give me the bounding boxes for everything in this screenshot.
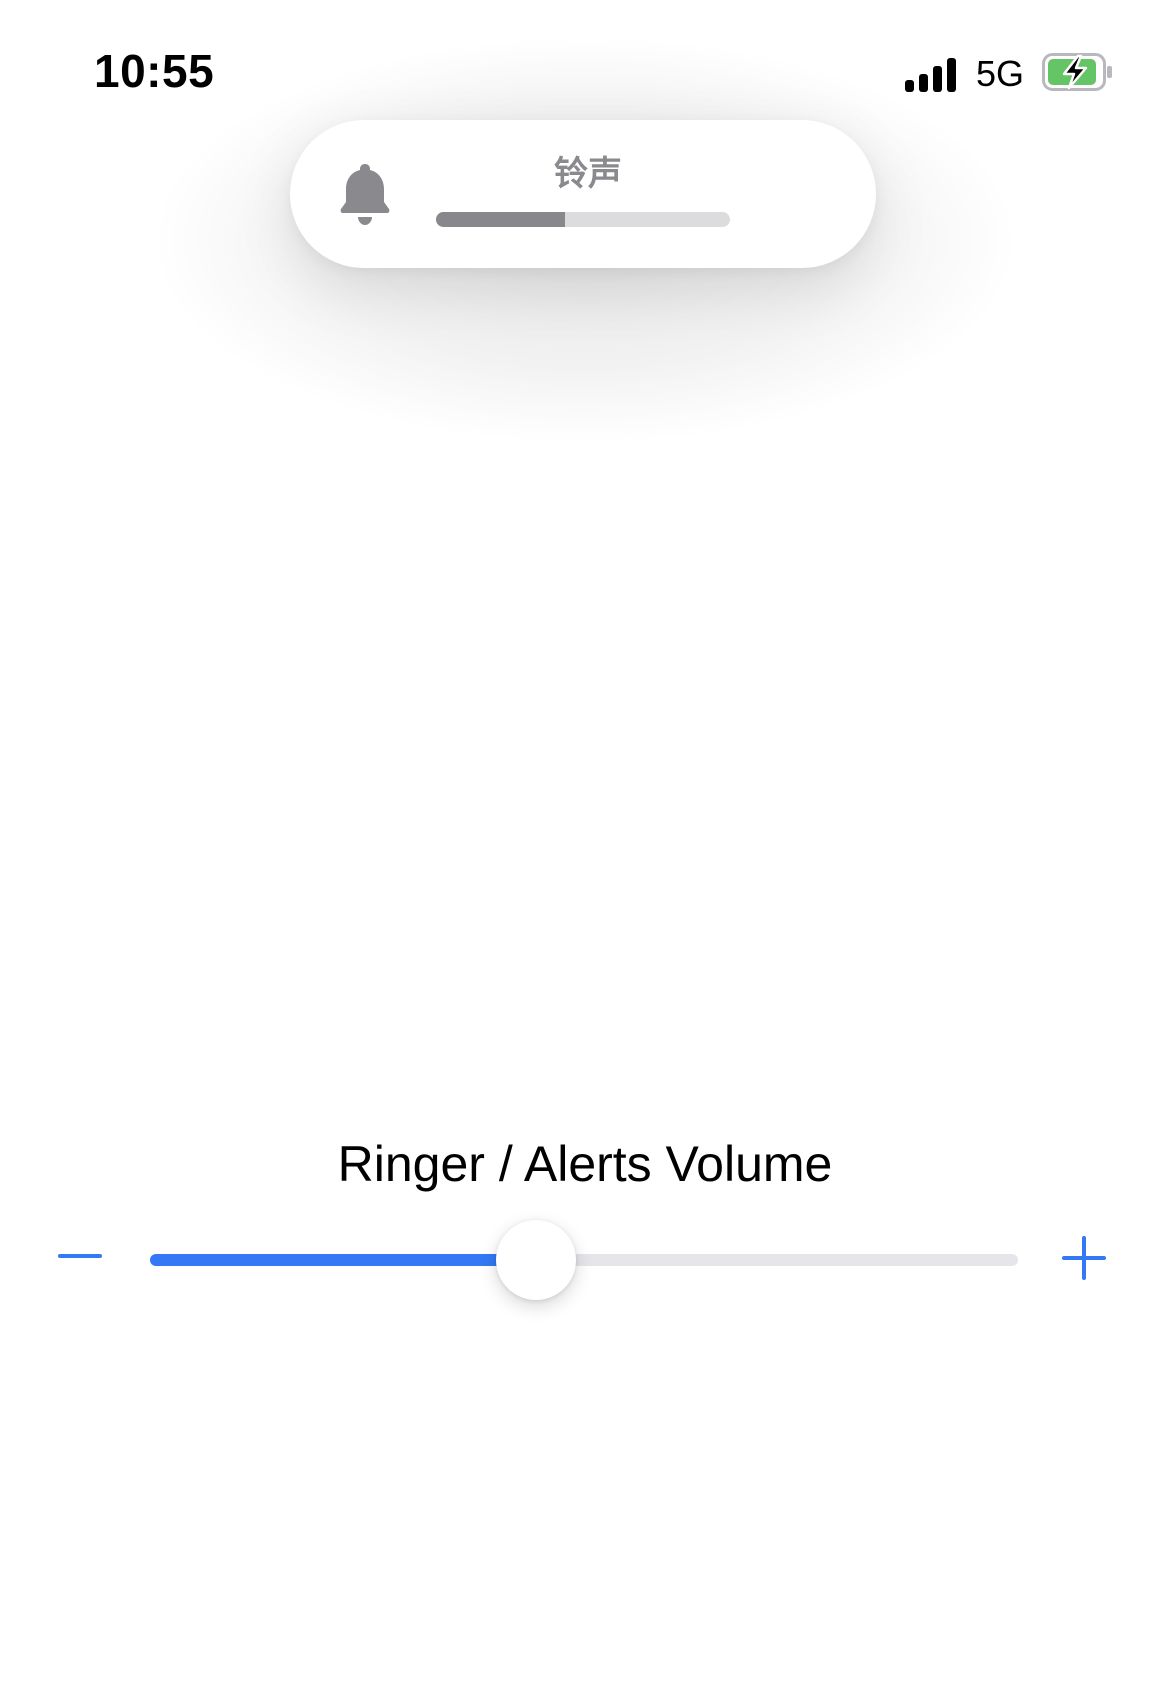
volume-slider[interactable]	[150, 1220, 1018, 1300]
hud-level-track	[436, 212, 730, 227]
status-time: 10:55	[94, 45, 215, 97]
battery-charging-icon	[1042, 52, 1114, 96]
volume-down-button[interactable]	[58, 1236, 102, 1280]
volume-hud: 铃声	[290, 120, 876, 268]
screen: 10:55 5G 铃声 Ringer / Alerts Volume	[0, 0, 1170, 1704]
network-type: 5G	[975, 53, 1024, 94]
slider-thumb[interactable]	[496, 1220, 577, 1300]
volume-title: Ringer / Alerts Volume	[337, 1136, 833, 1192]
hud-label: 铃声	[554, 154, 622, 194]
slider-fill	[150, 1254, 537, 1266]
plus-icon	[1062, 1236, 1106, 1280]
signal-icon	[904, 56, 956, 92]
status-indicators: 5G	[904, 52, 1114, 96]
hud-level-fill	[436, 212, 566, 227]
minus-icon	[58, 1254, 102, 1258]
volume-up-button[interactable]	[1062, 1236, 1106, 1280]
